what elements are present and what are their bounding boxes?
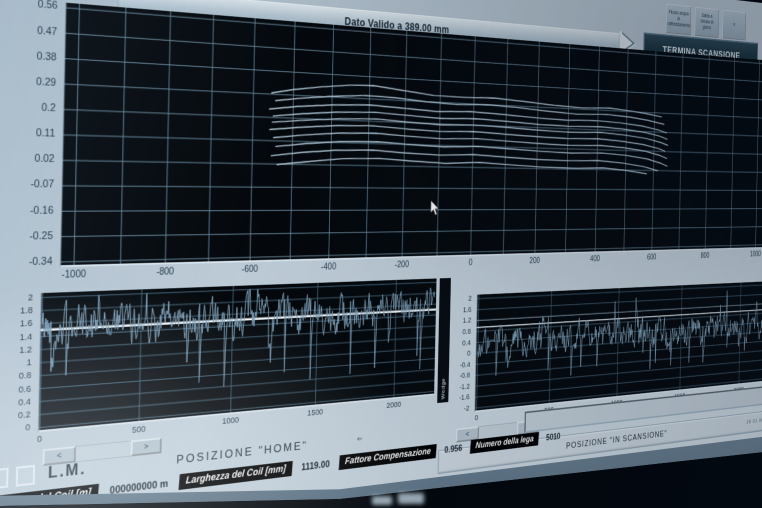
app-window: Flusso acqua di raffreddamentoSalita a c… <box>0 0 762 508</box>
x-tick-label: 0 <box>452 257 488 268</box>
y-tick-label: 1.6 <box>6 318 33 330</box>
y-tick-label: -0.07 <box>9 179 55 191</box>
x-tick-label: 500 <box>114 422 162 437</box>
y-tick-label: 0.11 <box>10 127 55 140</box>
y-tick-label: 0.47 <box>12 23 57 38</box>
y-tick-label: 0 <box>3 423 30 436</box>
lm-checkbox-1[interactable] <box>0 468 9 490</box>
y-tick-label: 1.8 <box>6 305 33 317</box>
wedge-strip: Wedge <box>437 278 451 403</box>
y-tick-label: 0.4 <box>455 338 471 348</box>
y-tick-label: -1.2 <box>454 382 470 392</box>
grid-line <box>39 348 435 376</box>
y-tick-label: 2 <box>456 294 472 304</box>
field-value-3: 0.956 <box>444 443 462 455</box>
y-tick-label: 0.29 <box>11 75 56 89</box>
field-value-4: 5010 <box>546 431 560 442</box>
x-tick-label: -800 <box>141 266 188 279</box>
signal-line <box>269 100 667 133</box>
x-tick-label: 600 <box>637 252 667 262</box>
grid-line <box>60 227 762 237</box>
lm-label: L.M. <box>48 459 87 483</box>
scan-status-text: POSIZIONE "IN SCANSIONE" <box>566 429 667 451</box>
y-tick-label: 1.6 <box>456 305 472 315</box>
signal-line <box>273 108 667 139</box>
field-value-1: 000000000 m <box>110 478 169 496</box>
y-tick-label: 0.2 <box>4 410 31 423</box>
y-tick-label: 0.4 <box>4 397 31 410</box>
y-tick-label: 1 <box>5 357 32 370</box>
y-tick-label: -1.6 <box>454 393 470 403</box>
double-arrow-icon: ⇐ <box>357 434 363 444</box>
y-tick-label: 0 <box>455 349 471 359</box>
x-tick-label: -200 <box>383 259 421 270</box>
y-tick-label: 0.02 <box>9 153 54 166</box>
y-tick-label: 0.8 <box>5 370 32 383</box>
y-tick-label: 1.4 <box>5 331 32 343</box>
y-tick-label: -0.34 <box>7 256 53 269</box>
grid-line <box>61 209 762 212</box>
signal-line <box>477 288 762 385</box>
y-tick-label: -2 <box>454 404 470 414</box>
field-value-2: 1119.00 <box>301 459 330 473</box>
grid-line <box>475 350 762 376</box>
date-stamp: 16 01 06 <box>746 417 762 425</box>
y-tick-label: 0.2 <box>10 101 55 115</box>
grid-line <box>475 340 762 364</box>
grid-line <box>39 359 435 389</box>
lm-checkbox-2[interactable] <box>16 465 35 487</box>
x-tick-label: -400 <box>308 261 349 273</box>
x-tick-label: 1000 <box>742 250 762 259</box>
y-tick-label: 1.2 <box>456 316 472 326</box>
x-tick-label: -1000 <box>48 268 99 281</box>
x-tick-label: 200 <box>518 256 552 266</box>
x-tick-label: 400 <box>579 254 611 264</box>
x-tick-label: 1500 <box>294 406 335 420</box>
y-tick-label: -0.4 <box>455 360 471 370</box>
x-tick-label: 2000 <box>374 399 413 412</box>
signal-line <box>40 282 435 401</box>
mini-button-2[interactable]: Salita a chiusa di giorni <box>695 7 719 38</box>
mini-button-1[interactable]: Flusso acqua di raffreddamento <box>666 4 691 36</box>
mini-button-3[interactable]: e <box>722 10 746 41</box>
y-tick-label: 1.2 <box>5 344 32 356</box>
monitor-photo: Flusso acqua di raffreddamentoSalita a c… <box>0 0 762 508</box>
y-tick-label: -0.8 <box>455 371 471 381</box>
grid-line <box>476 312 762 331</box>
y-tick-label: 0.38 <box>11 49 56 64</box>
y-tick-label: 2 <box>6 292 33 304</box>
y-tick-label: 0.6 <box>4 383 31 396</box>
y-tick-label: -0.16 <box>8 205 54 217</box>
y-tick-label: -0.25 <box>8 230 54 242</box>
wedge-label: Wedge <box>440 378 446 400</box>
y-tick-label: 0.56 <box>12 0 57 12</box>
x-tick-label: 800 <box>691 251 719 260</box>
x-tick-label: 1000 <box>208 414 253 428</box>
y-tick-label: 0.8 <box>455 327 471 337</box>
mouse-cursor <box>430 200 440 216</box>
x-tick-label: -600 <box>228 263 272 275</box>
